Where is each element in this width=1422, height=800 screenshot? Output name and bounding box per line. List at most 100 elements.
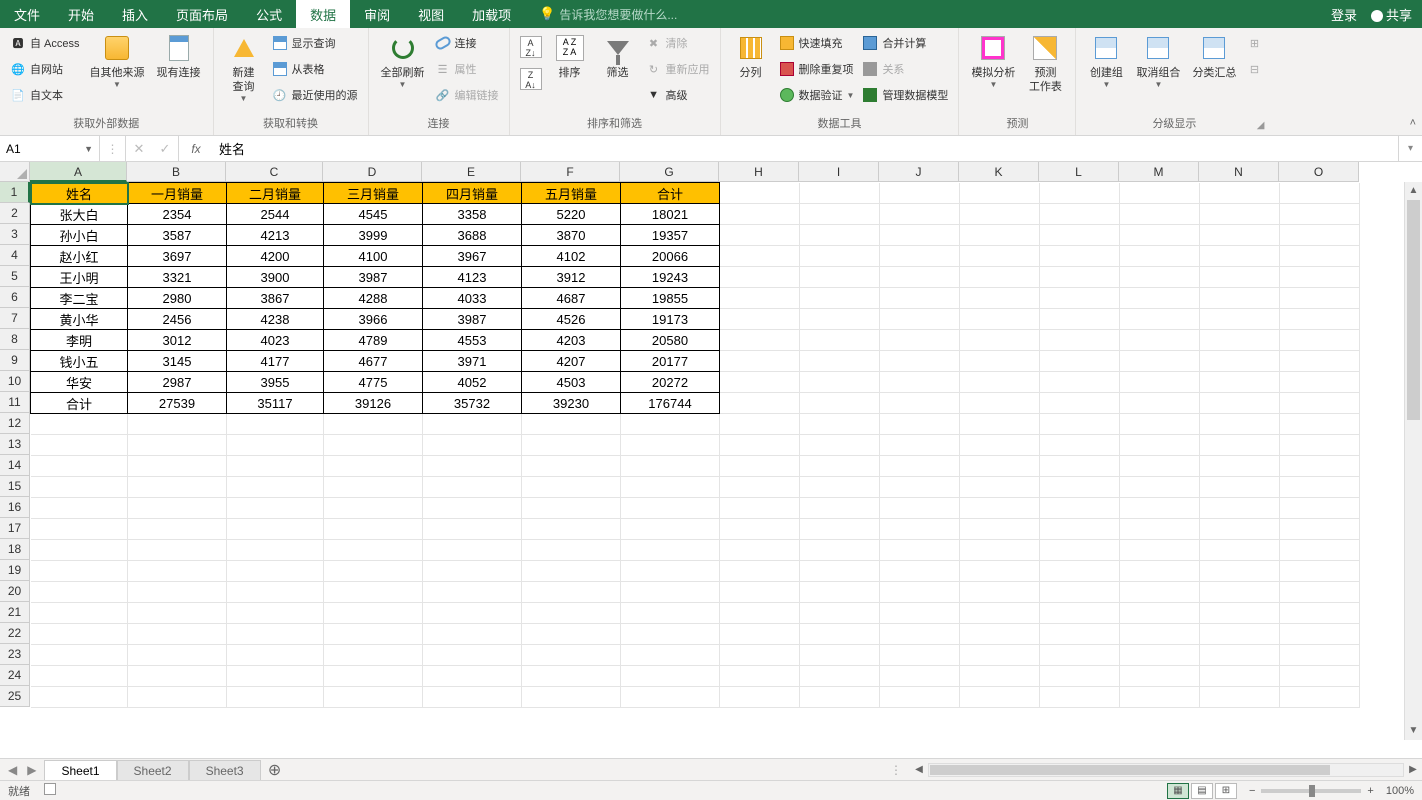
group-button[interactable]: 创建组 ▼: [1082, 30, 1130, 91]
cell[interactable]: [880, 267, 960, 288]
flash-fill-button[interactable]: 快速填充: [779, 32, 855, 54]
row-header[interactable]: 3: [0, 224, 30, 245]
cell[interactable]: [880, 498, 960, 519]
cell[interactable]: [720, 183, 800, 204]
zoom-thumb[interactable]: [1309, 785, 1315, 797]
from-table-button[interactable]: 从表格: [272, 58, 358, 80]
cell[interactable]: [227, 624, 324, 645]
cell[interactable]: [720, 372, 800, 393]
cell[interactable]: [800, 477, 880, 498]
cell[interactable]: [1040, 687, 1120, 708]
cell[interactable]: [1280, 624, 1360, 645]
column-header[interactable]: B: [127, 162, 226, 182]
fx-icon[interactable]: fx: [179, 136, 213, 161]
cell[interactable]: [1120, 351, 1200, 372]
filter-button[interactable]: 筛选: [594, 30, 642, 82]
cell[interactable]: 4526: [522, 309, 621, 330]
cell[interactable]: [1280, 603, 1360, 624]
cell[interactable]: [960, 288, 1040, 309]
cell[interactable]: [1280, 435, 1360, 456]
cell[interactable]: [960, 267, 1040, 288]
cell[interactable]: 二月销量: [227, 183, 324, 204]
cell[interactable]: [1280, 393, 1360, 414]
cell[interactable]: [31, 519, 128, 540]
cell[interactable]: [960, 666, 1040, 687]
row-header[interactable]: 20: [0, 581, 30, 602]
cell[interactable]: [227, 561, 324, 582]
select-all-corner[interactable]: [0, 162, 30, 182]
cell[interactable]: [880, 414, 960, 435]
cell[interactable]: [522, 498, 621, 519]
cell[interactable]: [1280, 183, 1360, 204]
cell[interactable]: [324, 435, 423, 456]
cell[interactable]: [423, 624, 522, 645]
cell[interactable]: [720, 687, 800, 708]
cell[interactable]: 3587: [128, 225, 227, 246]
cell[interactable]: [522, 624, 621, 645]
sheet-tab[interactable]: Sheet3: [189, 760, 261, 781]
sort-button[interactable]: A ZZ A 排序: [546, 30, 594, 82]
login-link[interactable]: 登录: [1331, 5, 1357, 24]
cell[interactable]: [1040, 246, 1120, 267]
cell[interactable]: [880, 687, 960, 708]
row-header[interactable]: 25: [0, 686, 30, 707]
cell[interactable]: [1040, 225, 1120, 246]
cell[interactable]: [128, 519, 227, 540]
cell[interactable]: [720, 225, 800, 246]
cell[interactable]: [522, 456, 621, 477]
cell[interactable]: [1200, 225, 1280, 246]
menu-tab-文件[interactable]: 文件: [0, 0, 54, 28]
cell[interactable]: [423, 582, 522, 603]
row-header[interactable]: 16: [0, 497, 30, 518]
cell[interactable]: [1200, 414, 1280, 435]
cell[interactable]: [621, 477, 720, 498]
cell[interactable]: 4102: [522, 246, 621, 267]
cell[interactable]: [128, 687, 227, 708]
cell[interactable]: [1200, 603, 1280, 624]
ungroup-button[interactable]: 取消组合 ▼: [1130, 30, 1186, 91]
cell[interactable]: [960, 225, 1040, 246]
cell[interactable]: [227, 603, 324, 624]
cell[interactable]: 3688: [423, 225, 522, 246]
cell[interactable]: [880, 309, 960, 330]
cell[interactable]: [720, 561, 800, 582]
cell[interactable]: [621, 666, 720, 687]
cell[interactable]: [1120, 309, 1200, 330]
cell[interactable]: [621, 519, 720, 540]
cell[interactable]: [800, 435, 880, 456]
cell[interactable]: [1040, 603, 1120, 624]
cell[interactable]: [621, 687, 720, 708]
cell[interactable]: 4123: [423, 267, 522, 288]
cell[interactable]: 4203: [522, 330, 621, 351]
cell[interactable]: [1280, 456, 1360, 477]
cell[interactable]: 5220: [522, 204, 621, 225]
cell[interactable]: [720, 288, 800, 309]
cell[interactable]: 四月销量: [423, 183, 522, 204]
row-header[interactable]: 15: [0, 476, 30, 497]
cell[interactable]: [880, 561, 960, 582]
cell[interactable]: [1280, 519, 1360, 540]
row-header[interactable]: 10: [0, 371, 30, 392]
cell[interactable]: [720, 330, 800, 351]
cell[interactable]: [1280, 666, 1360, 687]
cell[interactable]: 4177: [227, 351, 324, 372]
cell[interactable]: [800, 498, 880, 519]
cell[interactable]: 2544: [227, 204, 324, 225]
column-header[interactable]: L: [1039, 162, 1119, 182]
cell[interactable]: [621, 582, 720, 603]
cell[interactable]: [324, 582, 423, 603]
cell[interactable]: 五月销量: [522, 183, 621, 204]
cell[interactable]: [1200, 456, 1280, 477]
column-header[interactable]: J: [879, 162, 959, 182]
sheet-tab[interactable]: Sheet1: [44, 760, 116, 781]
cell[interactable]: [128, 624, 227, 645]
new-query-button[interactable]: 新建 查询 ▼: [220, 30, 268, 105]
cell[interactable]: [423, 666, 522, 687]
cell[interactable]: [960, 687, 1040, 708]
cell[interactable]: [720, 645, 800, 666]
cell[interactable]: 20580: [621, 330, 720, 351]
menu-tab-加载项[interactable]: 加载项: [458, 0, 525, 28]
page-layout-view-button[interactable]: ▤: [1191, 783, 1213, 799]
cell[interactable]: [128, 498, 227, 519]
cell[interactable]: [800, 603, 880, 624]
